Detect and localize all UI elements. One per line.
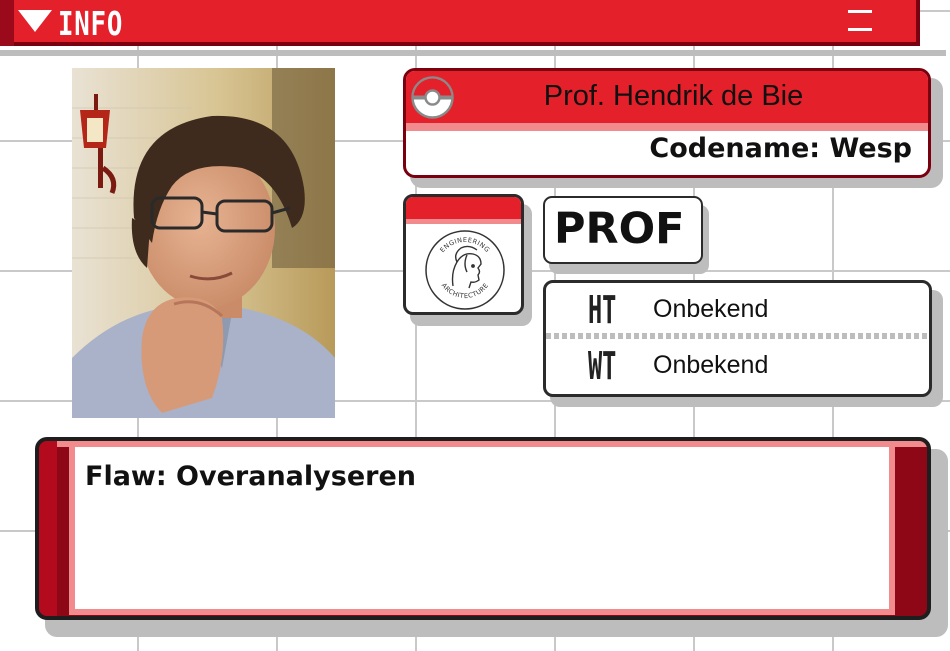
name-card: Prof. Hendrik de Bie Codename: Wesp (403, 68, 931, 178)
profile-codename: Codename: Wesp (649, 133, 912, 164)
portrait-image (72, 68, 335, 418)
badge-card: ENGINEERING ARCHITECTURE (403, 194, 524, 315)
topbar-shadow (0, 50, 946, 56)
stat-value-wt: Onbekend (653, 351, 769, 379)
stat-value-ht: Onbekend (653, 295, 769, 323)
badge-card-header (406, 197, 521, 219)
type-box: PROF (543, 196, 703, 264)
engineering-logo-icon: ENGINEERING ARCHITECTURE (423, 228, 507, 312)
flaw-box: Flaw: Overanalyseren (35, 437, 931, 620)
profile-type: PROF (554, 204, 685, 254)
flaw-box-edge (39, 441, 57, 616)
header-marks (848, 0, 908, 31)
stat-label-wt: WT (588, 344, 617, 388)
info-header-bar[interactable] (0, 0, 920, 46)
triangle-down-icon[interactable] (18, 10, 52, 32)
stats-divider (546, 333, 929, 339)
info-header-label[interactable]: INFO (58, 4, 123, 43)
flaw-text-area: Flaw: Overanalyseren (69, 447, 895, 615)
flaw-text: Flaw: Overanalyseren (85, 461, 416, 492)
profile-photo (72, 68, 335, 418)
header-edge (0, 0, 14, 46)
name-card-stripe (406, 123, 928, 131)
badge-card-stripe (406, 219, 521, 224)
profile-name: Prof. Hendrik de Bie (543, 80, 804, 112)
stat-label-ht: HT (588, 288, 617, 332)
stats-box: HT Onbekend WT Onbekend (543, 280, 932, 397)
